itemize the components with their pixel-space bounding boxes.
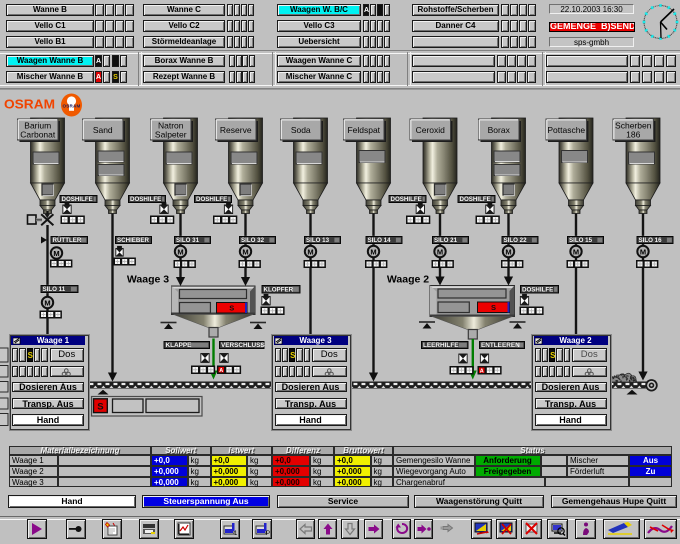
- svg-text:M: M: [177, 248, 183, 257]
- svg-text:Borax: Borax: [488, 125, 511, 135]
- svg-text:Sand: Sand: [93, 125, 113, 135]
- svg-text:DOSHILFE: DOSHILFE: [460, 196, 491, 203]
- svg-text:ENTLEEREN: ENTLEEREN: [481, 342, 520, 349]
- svg-text:Soda: Soda: [291, 125, 311, 135]
- svg-text:SILO 16: SILO 16: [639, 237, 663, 244]
- svg-text:P: P: [266, 531, 270, 537]
- svg-text:OSRAM: OSRAM: [62, 104, 80, 109]
- svg-text:SILO 14: SILO 14: [368, 237, 392, 244]
- svg-text:VERSCHLUSS: VERSCHLUSS: [221, 342, 265, 349]
- svg-text:Ceroxid: Ceroxid: [416, 125, 446, 135]
- svg-text:RÜTTLER: RÜTTLER: [53, 237, 82, 244]
- svg-text:SILO 22: SILO 22: [504, 237, 528, 244]
- svg-text:DOSHILFE: DOSHILFE: [391, 196, 422, 203]
- svg-text:SILO 32: SILO 32: [241, 237, 265, 244]
- svg-text:A: A: [480, 369, 484, 375]
- svg-text:DOSHILFE: DOSHILFE: [130, 196, 161, 203]
- svg-text:DOSHILFE: DOSHILFE: [62, 196, 93, 203]
- svg-text:Carbonat: Carbonat: [20, 130, 56, 140]
- svg-text:DOSHILFE: DOSHILFE: [522, 287, 553, 294]
- svg-text:DOSHILFE: DOSHILFE: [196, 196, 227, 203]
- svg-text:S: S: [229, 304, 234, 313]
- svg-text:M: M: [505, 248, 511, 257]
- svg-text:M: M: [437, 248, 443, 257]
- svg-text:Pottasche: Pottasche: [547, 125, 585, 135]
- svg-text:S: S: [491, 303, 496, 312]
- svg-text:SILO 13: SILO 13: [306, 237, 330, 244]
- svg-text:KLOPFER: KLOPFER: [264, 287, 294, 294]
- svg-text:Waage 2: Waage 2: [387, 274, 429, 286]
- svg-text:M: M: [242, 248, 248, 257]
- svg-text:SILO 31: SILO 31: [176, 237, 200, 244]
- svg-text:SCHIEBER: SCHIEBER: [117, 237, 150, 244]
- svg-text:OSRAM: OSRAM: [4, 98, 55, 112]
- svg-text:Reserve: Reserve: [220, 125, 252, 135]
- svg-text:Waage 3: Waage 3: [127, 274, 169, 286]
- svg-text:A: A: [219, 368, 223, 374]
- svg-text:186: 186: [626, 130, 640, 140]
- svg-text:M: M: [44, 299, 50, 308]
- svg-text:SILO 21: SILO 21: [434, 237, 458, 244]
- svg-text:M: M: [640, 248, 646, 257]
- svg-text:M: M: [573, 248, 579, 257]
- svg-text:S: S: [97, 402, 103, 413]
- svg-text:Feldspat: Feldspat: [347, 125, 380, 135]
- svg-text:SILO 15: SILO 15: [569, 237, 593, 244]
- svg-text:1: 1: [234, 531, 238, 537]
- svg-text:M: M: [53, 249, 59, 258]
- svg-text:LEERHILFE: LEERHILFE: [423, 342, 459, 349]
- svg-text:Salpeter: Salpeter: [155, 130, 187, 140]
- svg-text:M: M: [370, 248, 376, 257]
- svg-text:SILO 11: SILO 11: [43, 286, 66, 293]
- svg-text:M: M: [307, 248, 313, 257]
- svg-text:KLAPPE: KLAPPE: [166, 342, 193, 349]
